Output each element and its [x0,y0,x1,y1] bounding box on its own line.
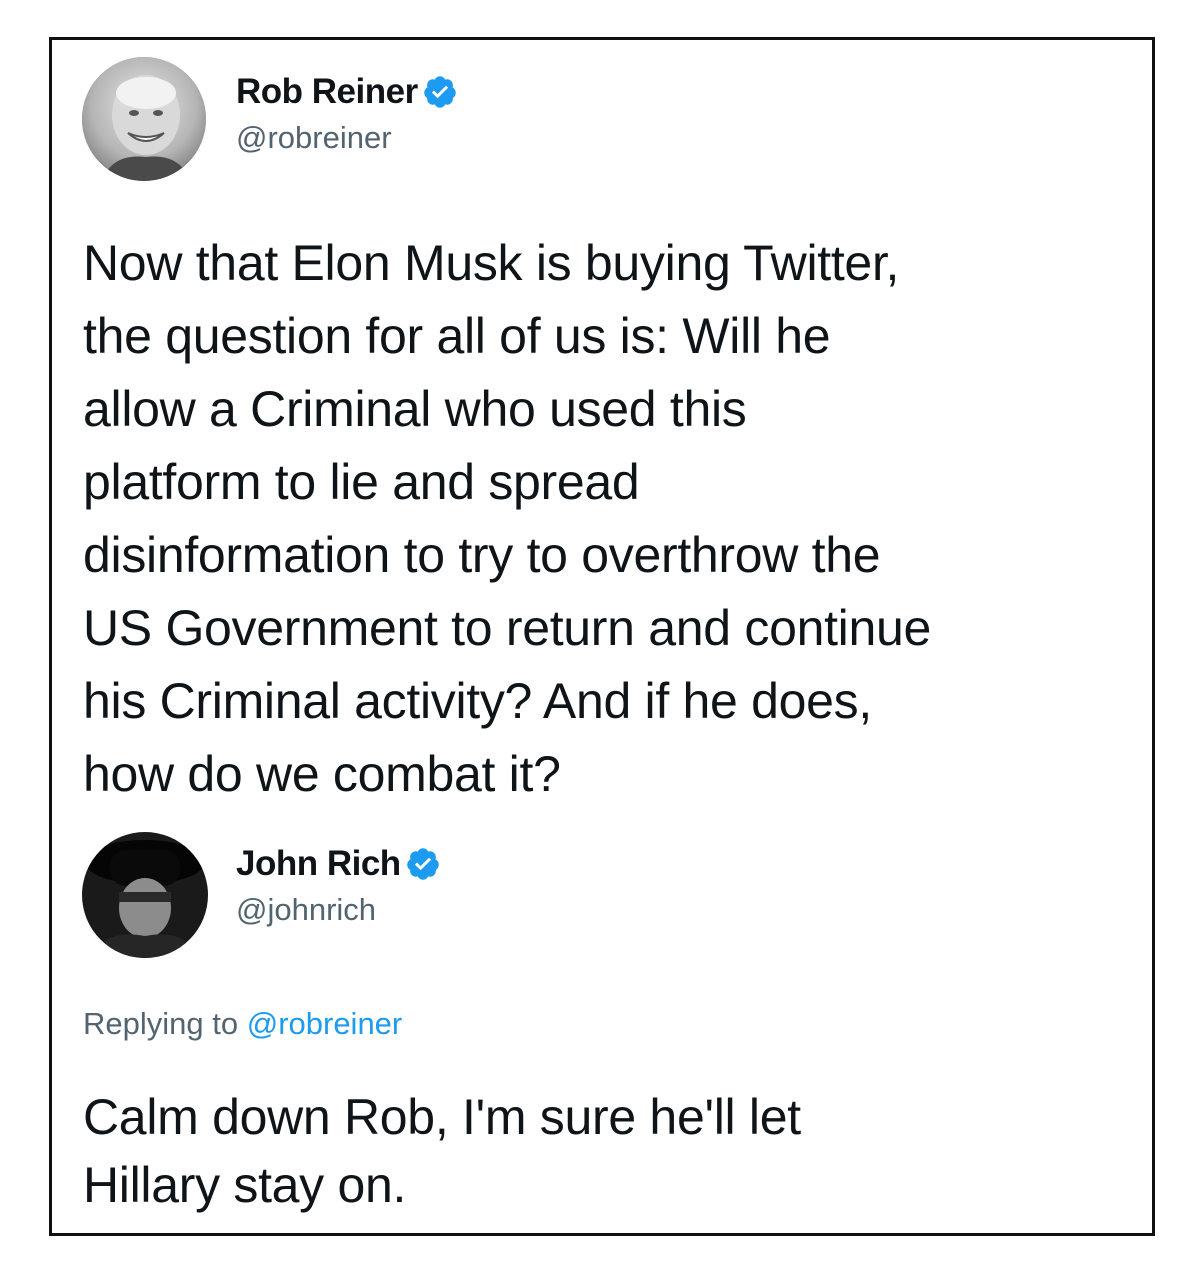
tweet-line: platform to lie and spread [83,454,640,510]
handle[interactable]: @robreiner [236,120,458,156]
screenshot-frame: Rob Reiner @robreiner Now that Elon Musk… [49,37,1155,1236]
handle[interactable]: @johnrich [236,892,441,928]
verified-badge-icon [405,846,441,882]
tweet-line: Now that Elon Musk is buying Twitter, [83,235,900,291]
tweet2-header: John Rich @johnrich [82,832,441,958]
tweet-line: his Criminal activity? And if he does, [83,673,872,729]
tweet1-text: Now that Elon Musk is buying Twitter, th… [83,227,931,811]
tweet-line: the question for all of us is: Will he [83,308,831,364]
display-name-row: John Rich [236,844,441,884]
replying-to-label: Replying to @robreiner [83,1006,402,1042]
tweet2-text: Calm down Rob, I'm sure he'll let Hillar… [83,1083,801,1219]
tweet-line: how do we combat it? [83,746,561,802]
tweet-line: allow a Criminal who used this [83,381,747,437]
avatar[interactable] [82,57,206,181]
replying-to-link[interactable]: @robreiner [247,1006,403,1041]
display-name[interactable]: John Rich [236,844,401,884]
person-avatar-icon [82,57,206,181]
tweet1-names: Rob Reiner @robreiner [236,72,458,156]
tweet1-header: Rob Reiner @robreiner [82,57,458,181]
tweet-line: disinformation to try to overthrow the [83,527,881,583]
display-name-row: Rob Reiner [236,72,458,112]
display-name[interactable]: Rob Reiner [236,72,418,112]
tweet-line: Calm down Rob, I'm sure he'll let [83,1089,801,1145]
avatar[interactable] [82,832,208,958]
tweet-line: US Government to return and continue [83,600,932,656]
person-avatar-icon [82,832,208,958]
verified-badge-icon [422,74,458,110]
tweet-line: Hillary stay on. [83,1157,407,1213]
tweet2-names: John Rich @johnrich [236,844,441,928]
replying-prefix: Replying to [83,1006,247,1041]
